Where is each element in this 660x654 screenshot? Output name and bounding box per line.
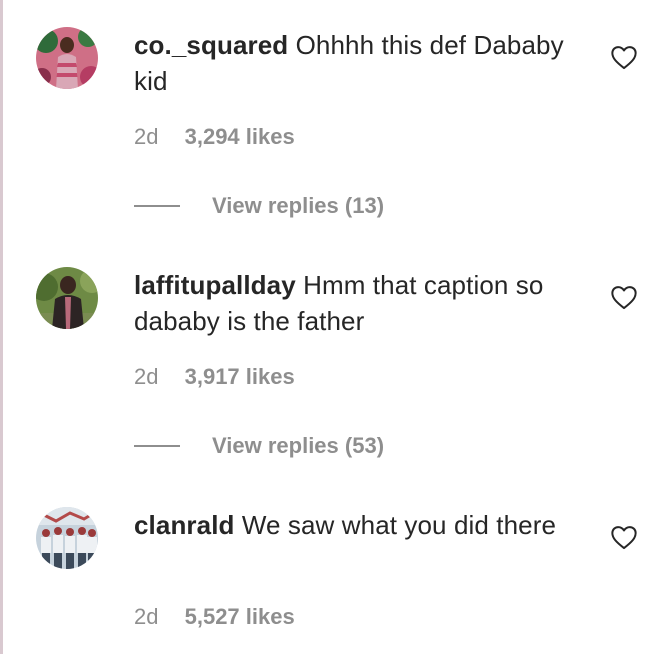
comment-text: co._squared Ohhhh this def Dababy kid	[134, 27, 594, 99]
user-avatar-photo	[36, 507, 98, 569]
comment-username[interactable]: clanrald	[134, 510, 235, 540]
heart-outline-icon[interactable]	[610, 44, 638, 70]
comment-body: We saw what you did there	[241, 510, 557, 540]
replies-divider	[134, 205, 180, 207]
comment-time[interactable]: 2d	[134, 124, 158, 149]
comment-username[interactable]: co._squared	[134, 30, 288, 60]
view-replies-label: View replies (13)	[212, 193, 385, 218]
comment-likes[interactable]: 3,294 likes	[185, 124, 295, 149]
comment-time[interactable]: 2d	[134, 364, 158, 389]
comment-likes[interactable]: 5,527 likes	[185, 604, 295, 629]
comment-meta: 2d 3,917 likes	[134, 362, 295, 392]
comment-text: clanrald We saw what you did there	[134, 507, 594, 543]
left-divider	[0, 0, 3, 654]
comment-time[interactable]: 2d	[134, 604, 158, 629]
user-avatar-photo	[36, 27, 98, 89]
view-replies-button[interactable]: View replies (53)	[134, 430, 384, 462]
view-replies-label: View replies (53)	[212, 433, 385, 458]
avatar[interactable]	[36, 27, 98, 89]
user-avatar-photo	[36, 267, 98, 329]
comment-likes[interactable]: 3,917 likes	[185, 364, 295, 389]
avatar[interactable]	[36, 507, 98, 569]
comment-meta: 2d 5,527 likes	[134, 602, 295, 632]
comment-text: laffitupallday Hmm that caption so dabab…	[134, 267, 594, 339]
view-replies-button[interactable]: View replies (13)	[134, 190, 384, 222]
comment-username[interactable]: laffitupallday	[134, 270, 296, 300]
replies-divider	[134, 445, 180, 447]
comment-meta: 2d 3,294 likes	[134, 122, 295, 152]
heart-outline-icon[interactable]	[610, 524, 638, 550]
heart-outline-icon[interactable]	[610, 284, 638, 310]
avatar[interactable]	[36, 267, 98, 329]
